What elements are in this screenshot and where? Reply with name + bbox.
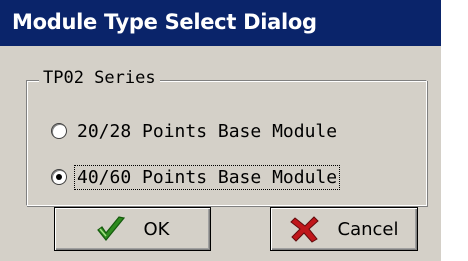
radio-option-40-60[interactable]: 40/60 Points Base Module: [51, 164, 341, 190]
cancel-button-label: Cancel: [337, 218, 399, 240]
cancel-button[interactable]: Cancel: [270, 207, 418, 251]
radio-label-40-60[interactable]: 40/60 Points Base Module: [73, 164, 341, 190]
module-type-dialog: Module Type Select Dialog TP02 Series 20…: [0, 0, 441, 261]
title-bar[interactable]: Module Type Select Dialog: [0, 0, 441, 46]
groupbox-label: TP02 Series: [39, 68, 160, 88]
radio-button-40-60[interactable]: [51, 169, 67, 185]
window-title: Module Type Select Dialog: [12, 10, 317, 34]
x-icon: [289, 216, 319, 243]
ok-button-label: OK: [143, 218, 170, 240]
radio-label-20-28[interactable]: 20/28 Points Base Module: [75, 120, 339, 143]
radio-selected-dot: [56, 174, 62, 180]
radio-button-20-28[interactable]: [51, 123, 67, 139]
checkmark-icon: [96, 216, 125, 241]
radio-option-20-28[interactable]: 20/28 Points Base Module: [51, 118, 339, 144]
series-groupbox: TP02 Series 20/28 Points Base Module 40/…: [26, 68, 427, 206]
ok-button[interactable]: OK: [54, 207, 211, 251]
